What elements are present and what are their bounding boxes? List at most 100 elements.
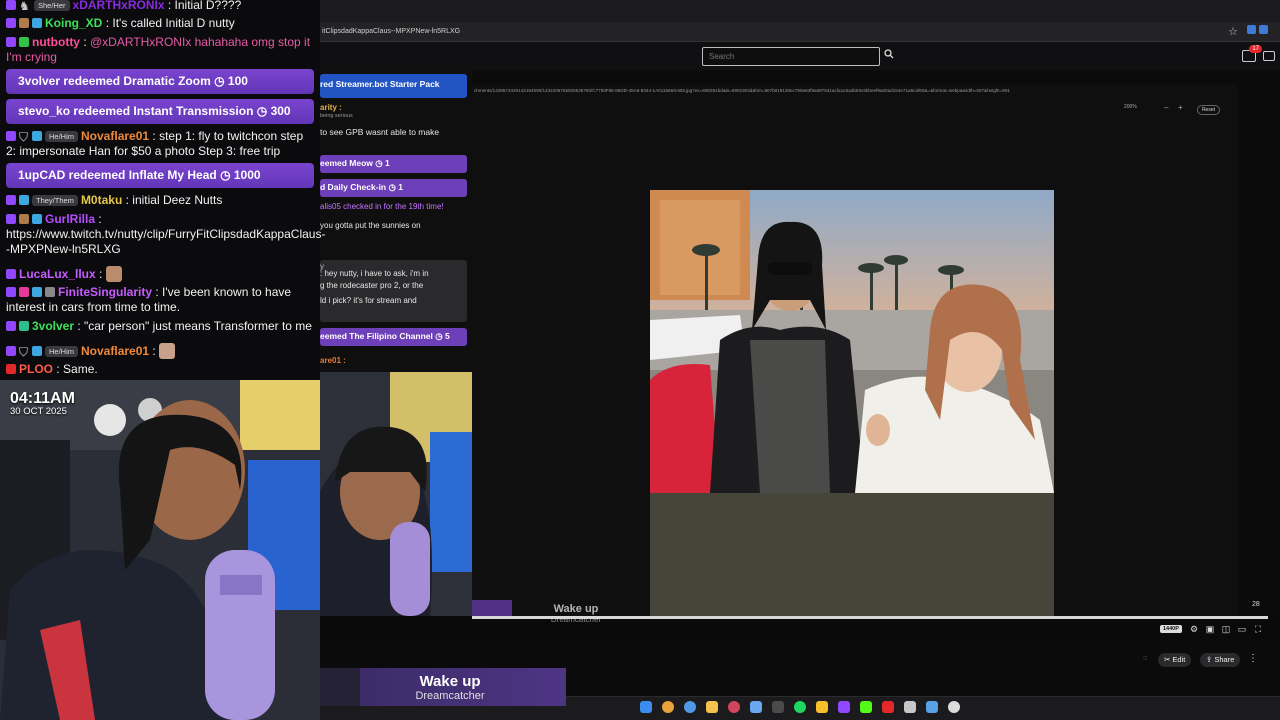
obs-icon[interactable] bbox=[948, 701, 960, 713]
browser-icon[interactable] bbox=[684, 701, 696, 713]
zoom-out-button[interactable]: – bbox=[1164, 103, 1168, 112]
file-explorer-icon[interactable] bbox=[706, 701, 718, 713]
redeem-banner: stevo_ko redeemed Instant Transmission ◷… bbox=[6, 99, 314, 124]
chat-username[interactable]: LucaLux_llux bbox=[19, 267, 96, 281]
search-icon[interactable] bbox=[880, 47, 897, 66]
youtube-badge-icon bbox=[6, 364, 16, 374]
chat-text: : It's called Initial D nutty bbox=[105, 16, 235, 30]
chat-text: : bbox=[83, 35, 90, 49]
theater-icon[interactable]: ▭ bbox=[1237, 624, 1247, 634]
chat-message: ♞ She/Her xDARTHxRONIx : Initial D???? bbox=[6, 0, 316, 13]
chat-username[interactable]: GurlRilla bbox=[45, 212, 95, 226]
chat-username[interactable]: FiniteSingularity bbox=[58, 285, 152, 299]
chat-username[interactable]: Novaflare01 bbox=[81, 129, 149, 143]
chat-link[interactable]: https://www.twitch.tv/nutty/clip/FurryFi… bbox=[6, 227, 325, 256]
search-input[interactable] bbox=[702, 47, 880, 66]
app-icon[interactable] bbox=[728, 701, 740, 713]
zoom-level: 200% bbox=[1124, 104, 1137, 110]
chat-text: : bbox=[152, 344, 156, 358]
now-playing-artist: Dreamcatcher bbox=[415, 690, 485, 702]
chat-username[interactable]: PLOO bbox=[19, 362, 53, 376]
bookmark-star-icon[interactable]: ☆ bbox=[1228, 25, 1238, 38]
redeem-text: 3volver redeemed Dramatic Zoom bbox=[18, 74, 211, 88]
settings-icon[interactable]: ⚙ bbox=[1189, 624, 1199, 634]
start-menu-icon[interactable] bbox=[640, 701, 652, 713]
chat-message: PLOO : Same. bbox=[6, 362, 316, 377]
quality-badge[interactable]: 1440P bbox=[1160, 625, 1182, 633]
chat2-note: being serious bbox=[320, 113, 353, 119]
twitch-badge-icon bbox=[6, 346, 16, 356]
bot-badge-icon bbox=[19, 37, 29, 47]
notes-icon[interactable] bbox=[816, 701, 828, 713]
image-backdrop bbox=[650, 493, 1054, 621]
mod-badge-icon bbox=[32, 131, 42, 141]
loading-icon: ◌ bbox=[1143, 653, 1148, 662]
emote-icon bbox=[105, 266, 122, 282]
reset-zoom-button[interactable]: Reset bbox=[1196, 105, 1220, 115]
chat2-box-line: ld i pick? it's for stream and bbox=[320, 296, 417, 305]
redeem-text: 1upCAD redeemed Inflate My Head bbox=[18, 168, 217, 182]
zoom-in-button[interactable]: + bbox=[1178, 103, 1183, 112]
app-icon[interactable] bbox=[772, 701, 784, 713]
chat-username[interactable]: xDARTHxRONIx bbox=[73, 0, 165, 12]
chat2-redeem-checkin: d Daily Check-in ◷ 1 bbox=[320, 179, 467, 197]
redeem-text: stevo_ko redeemed Instant Transmission bbox=[18, 104, 254, 118]
gift-badge-icon bbox=[45, 287, 55, 297]
os-title-bar bbox=[320, 0, 1280, 22]
selfie-photo bbox=[650, 190, 1054, 493]
twitch-badge-icon bbox=[6, 18, 16, 28]
spotify-icon[interactable] bbox=[794, 701, 806, 713]
video-elapsed: 28 bbox=[1252, 601, 1260, 608]
twitch-icon[interactable] bbox=[838, 701, 850, 713]
video-control-bar bbox=[320, 616, 1280, 646]
ghost-song-title: Wake up bbox=[553, 603, 599, 615]
chat-message: FiniteSingularity : I've been known to h… bbox=[6, 285, 316, 315]
more-options-icon[interactable]: ⋮ bbox=[1248, 653, 1258, 667]
chat-username[interactable]: Koing_XD bbox=[45, 16, 102, 30]
chrome-icon[interactable] bbox=[662, 701, 674, 713]
twitch-badge-icon bbox=[6, 321, 16, 331]
pronoun-badge: He/Him bbox=[45, 346, 79, 357]
twitch-badge-icon bbox=[6, 131, 16, 141]
stream-chat: ♞ She/Her xDARTHxRONIx : Initial D???? Koi… bbox=[0, 0, 325, 380]
mail-icon[interactable] bbox=[1263, 51, 1275, 61]
webcam-echo bbox=[320, 372, 472, 616]
redeem-banner: 3volver redeemed Dramatic Zoom ◷ 100 bbox=[6, 69, 314, 94]
image-url: chments/1429573440142184590/143220676502… bbox=[474, 88, 1010, 93]
browser-address-bar[interactable]: itClipsdadKappaClaus--MPXPNew-ln5RLXG ☆ bbox=[320, 22, 1280, 42]
youtube-icon[interactable] bbox=[882, 701, 894, 713]
share-button[interactable]: ⇪ Share bbox=[1200, 653, 1241, 667]
chat-text: : Same. bbox=[56, 362, 98, 376]
mod-badge-icon bbox=[32, 214, 42, 224]
chat-message: Koing_XD : It's called Initial D nutty bbox=[6, 16, 316, 31]
app-icon[interactable] bbox=[926, 701, 938, 713]
chat-username[interactable]: 3volver bbox=[32, 319, 74, 333]
app-icon[interactable] bbox=[750, 701, 762, 713]
chat-username[interactable]: nutbotty bbox=[32, 35, 80, 49]
captions-icon[interactable]: ▣ bbox=[1205, 624, 1215, 634]
redeem-points: ◷ 300 bbox=[256, 104, 291, 118]
redeem-points: ◷ 100 bbox=[214, 74, 248, 88]
app-icon[interactable] bbox=[904, 701, 916, 713]
chat-username[interactable]: M0taku bbox=[81, 193, 122, 207]
chess-badge-icon: ♞ bbox=[19, 0, 30, 13]
edit-button[interactable]: ✂ Edit bbox=[1158, 653, 1192, 667]
mod-badge-icon bbox=[32, 18, 42, 28]
fullscreen-icon[interactable]: ⛶ bbox=[1253, 624, 1263, 634]
video-progress-bar[interactable] bbox=[472, 616, 1268, 619]
chat2-sunnies: you gotta put the sunnies on bbox=[320, 221, 421, 230]
miniplayer-icon[interactable]: ◫ bbox=[1221, 624, 1231, 634]
chat-username[interactable]: Novaflare01 bbox=[81, 344, 149, 358]
pronoun-badge: They/Them bbox=[32, 195, 78, 206]
address-url[interactable]: itClipsdadKappaClaus--MPXPNew-ln5RLXG bbox=[322, 28, 460, 35]
kick-icon[interactable] bbox=[860, 701, 872, 713]
redeem-banner: 1upCAD redeemed Inflate My Head ◷ 1000 bbox=[6, 163, 314, 188]
chat-message: LucaLux_llux : bbox=[6, 266, 316, 282]
chat2-user: arity : bbox=[320, 103, 342, 112]
chat2-msg: to see GPB wasnt able to make bbox=[320, 127, 440, 137]
zoom-controls: 200% – + Reset bbox=[1124, 103, 1222, 118]
chat-text: : bbox=[99, 267, 103, 281]
chat-message: They/Them M0taku : initial Deez Nutts bbox=[6, 193, 316, 208]
video-progress-fill bbox=[472, 616, 1268, 619]
extension-icons[interactable] bbox=[1244, 25, 1274, 37]
